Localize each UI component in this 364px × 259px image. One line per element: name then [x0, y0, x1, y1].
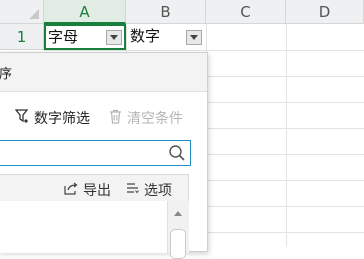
select-all-triangle-icon [29, 9, 39, 19]
export-button[interactable]: 导出 [64, 180, 111, 200]
clear-conditions-button[interactable]: 清空条件 [109, 108, 183, 128]
search-input[interactable] [0, 141, 164, 164]
column-header-c[interactable]: C [206, 0, 286, 24]
funnel-icon [14, 108, 29, 128]
cell-b1-text: 数字 [130, 27, 161, 45]
sort-title: 序 [0, 67, 13, 82]
filter-dropdown-button-b[interactable] [186, 30, 202, 45]
magnifier-icon[interactable] [168, 144, 186, 166]
number-filter-label: 数字筛选 [34, 111, 90, 127]
column-header-b[interactable]: B [126, 0, 206, 24]
search-box [0, 140, 191, 166]
gridline [44, 50, 364, 51]
column-header-a[interactable]: A [44, 0, 126, 24]
export-label: 导出 [83, 183, 111, 199]
number-filter-button[interactable]: 数字筛选 [14, 108, 90, 128]
cell-a1-text: 字母 [48, 28, 79, 46]
scroll-up-icon[interactable] [174, 211, 182, 216]
column-header-d[interactable]: D [286, 0, 364, 24]
options-lines-icon [126, 182, 139, 198]
options-button[interactable]: 选项 [126, 180, 172, 200]
trash-icon [109, 109, 122, 128]
value-list-scrollbar[interactable] [167, 201, 189, 259]
gridline [286, 24, 287, 247]
clear-conditions-label: 清空条件 [127, 111, 183, 127]
scroll-thumb[interactable] [170, 229, 186, 259]
export-icon [64, 182, 78, 199]
panel-header: 序 [0, 53, 207, 92]
options-label: 选项 [144, 183, 172, 199]
select-all-corner[interactable] [0, 0, 44, 24]
list-toolbar: 导出 选项 [0, 174, 189, 202]
filter-panel: 序 数字筛选 清空条件 导出 选项 [0, 52, 208, 259]
filter-dropdown-button-a[interactable] [106, 30, 122, 45]
value-list [0, 201, 189, 253]
row-header-1[interactable]: 1 [0, 24, 44, 50]
